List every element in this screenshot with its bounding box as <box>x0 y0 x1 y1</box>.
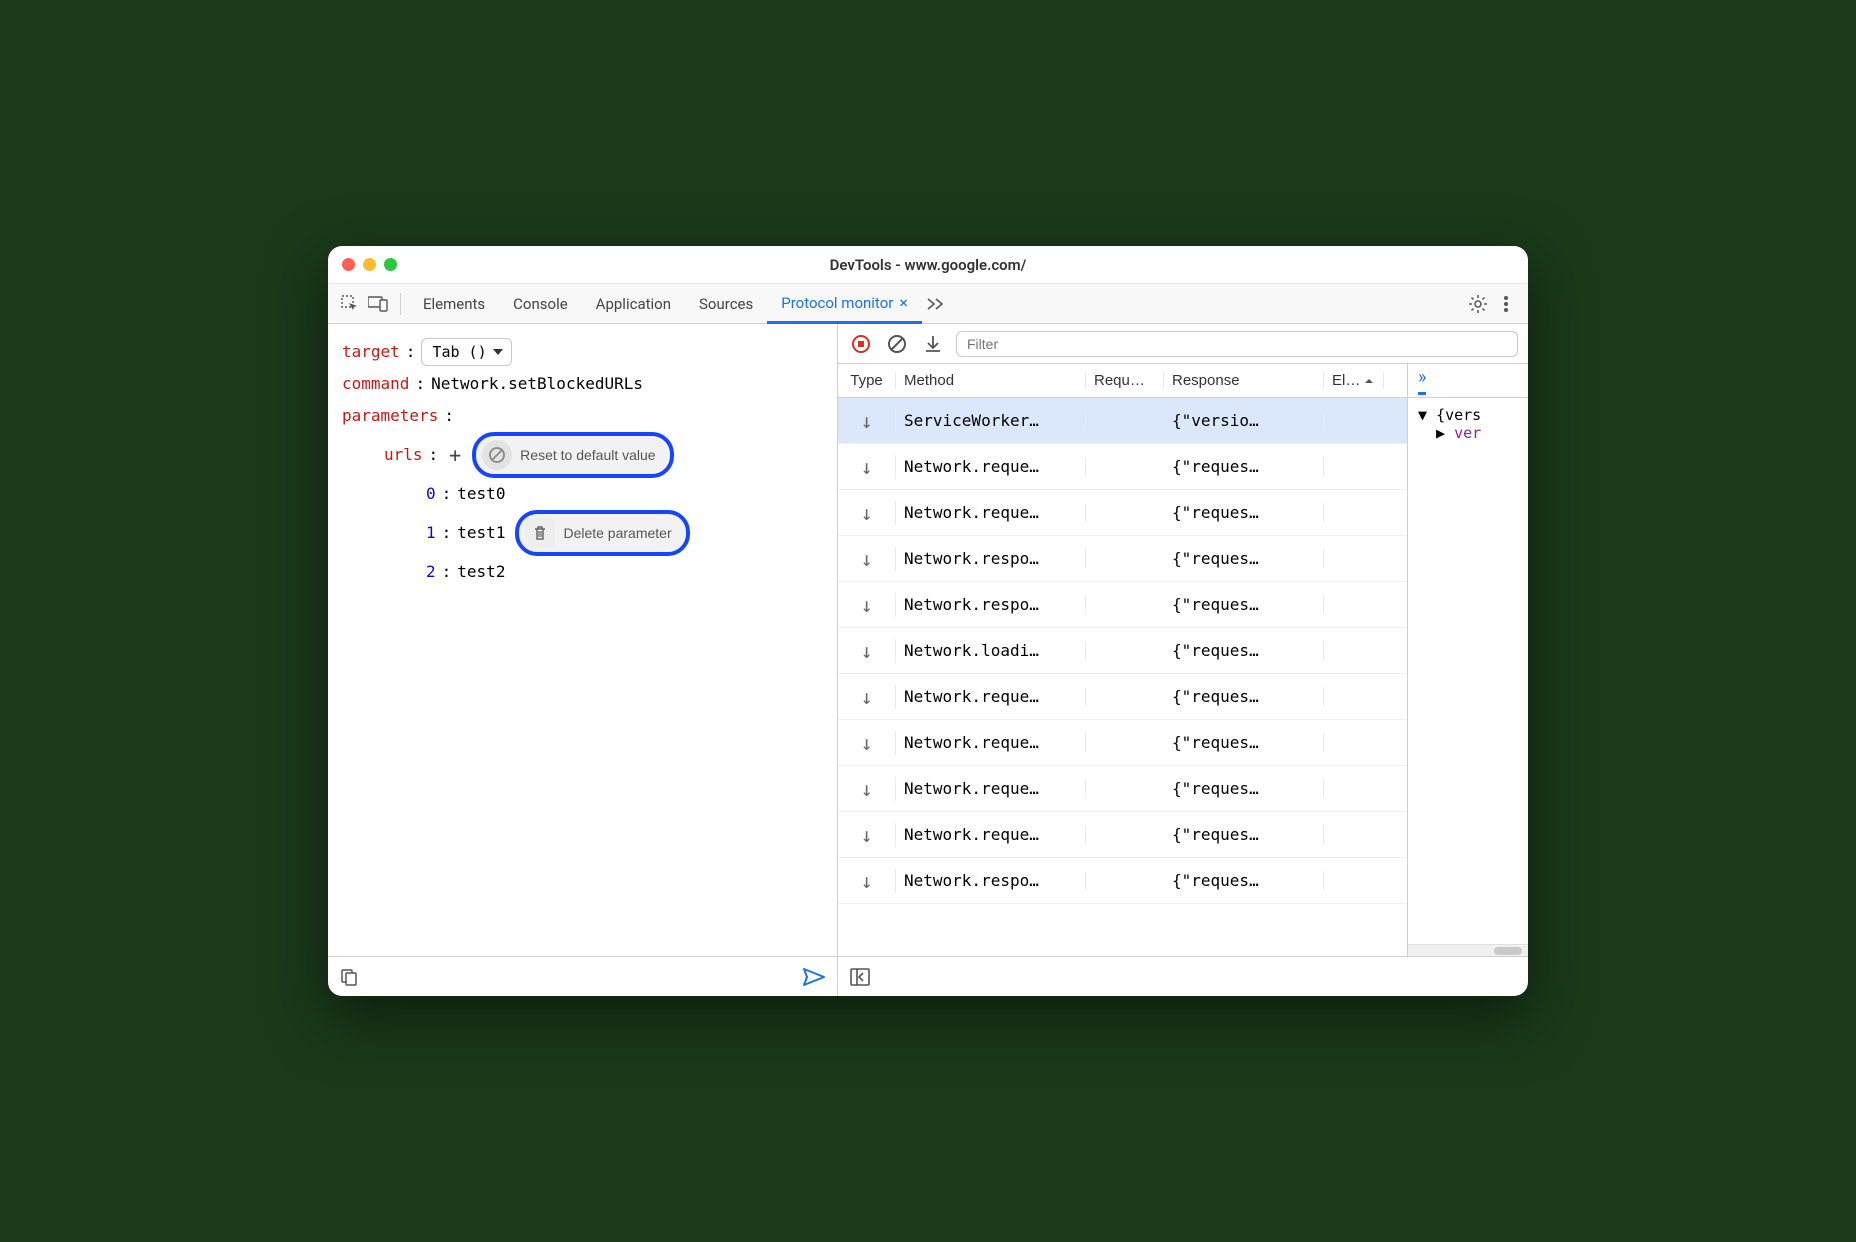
table-row[interactable]: ↓Network.reque…{"reques… <box>838 720 1407 766</box>
url-value-0[interactable]: test0 <box>457 478 505 510</box>
reset-tooltip-label: Reset to default value <box>520 441 655 469</box>
command-value: Network.setBlockedURLs <box>431 368 643 400</box>
settings-icon[interactable] <box>1464 290 1492 318</box>
col-request[interactable]: Requ… <box>1086 372 1164 389</box>
clear-button[interactable] <box>884 331 910 357</box>
command-label: command <box>342 368 409 400</box>
detail-tabs: » <box>1408 364 1528 398</box>
tab-application[interactable]: Application <box>582 284 685 323</box>
url-value-1[interactable]: test1 <box>457 517 505 549</box>
window-title: DevTools - www.google.com/ <box>328 256 1528 274</box>
tree-root[interactable]: ▼ {vers <box>1418 406 1518 424</box>
table-row[interactable]: ↓Network.respo…{"reques… <box>838 536 1407 582</box>
devtools-window: DevTools - www.google.com/ Elements Cons… <box>328 246 1528 996</box>
log-footer <box>838 956 1528 996</box>
col-method[interactable]: Method <box>896 372 1086 389</box>
table-row[interactable]: ↓Network.respo…{"reques… <box>838 858 1407 904</box>
delete-tooltip-label: Delete parameter <box>563 519 671 547</box>
reset-callout: Reset to default value <box>472 432 673 478</box>
close-tab-icon[interactable]: × <box>899 293 908 312</box>
url-index-1: 1 <box>426 517 436 549</box>
log-toolbar <box>838 324 1528 364</box>
col-type[interactable]: Type <box>838 372 896 389</box>
add-item-button[interactable]: + <box>444 444 466 466</box>
editor-footer <box>328 956 837 996</box>
table-row[interactable]: ↓Network.reque…{"reques… <box>838 490 1407 536</box>
table-row[interactable]: ↓Network.reque…{"reques… <box>838 812 1407 858</box>
horizontal-scrollbar[interactable] <box>1408 944 1528 956</box>
urls-label: urls <box>384 439 423 471</box>
command-editor-pane: target: Tab () command: Network.setBlock… <box>328 324 838 996</box>
filter-input[interactable] <box>956 331 1518 357</box>
url-index-2: 2 <box>426 556 436 588</box>
minimize-window-button[interactable] <box>363 258 376 271</box>
toggle-sidebar-icon[interactable] <box>850 968 870 986</box>
tab-bar: Elements Console Application Sources Pro… <box>328 284 1528 324</box>
tab-console[interactable]: Console <box>499 284 582 323</box>
message-table: Type Method Requ… Response El… ↓ServiceW… <box>838 364 1408 956</box>
protocol-log-pane: Type Method Requ… Response El… ↓ServiceW… <box>838 324 1528 996</box>
col-response[interactable]: Response <box>1164 372 1324 389</box>
close-window-button[interactable] <box>342 258 355 271</box>
tree-child[interactable]: ▶ ver <box>1418 424 1518 442</box>
table-row[interactable]: ↓Network.reque…{"reques… <box>838 444 1407 490</box>
titlebar: DevTools - www.google.com/ <box>328 246 1528 284</box>
target-select[interactable]: Tab () <box>421 338 512 366</box>
parameters-label: parameters <box>342 400 438 432</box>
detail-more-icon[interactable]: » <box>1418 367 1426 395</box>
table-row[interactable]: ↓Network.loadi…{"reques… <box>838 628 1407 674</box>
tab-protocol-monitor[interactable]: Protocol monitor× <box>767 285 922 324</box>
record-button[interactable] <box>848 331 874 357</box>
download-button[interactable] <box>920 331 946 357</box>
table-row[interactable]: ↓Network.reque…{"reques… <box>838 766 1407 812</box>
more-tabs-icon[interactable] <box>922 290 950 318</box>
url-value-2[interactable]: test2 <box>457 556 505 588</box>
maximize-window-button[interactable] <box>384 258 397 271</box>
tab-elements[interactable]: Elements <box>409 284 499 323</box>
kebab-menu-icon[interactable] <box>1492 290 1520 318</box>
table-body[interactable]: ↓ServiceWorker…{"versio…↓Network.reque…{… <box>838 398 1407 956</box>
detail-pane: » ▼ {vers ▶ ver <box>1408 364 1528 956</box>
table-row[interactable]: ↓Network.respo…{"reques… <box>838 582 1407 628</box>
reset-icon[interactable] <box>482 440 512 470</box>
delete-callout: Delete parameter <box>515 510 689 556</box>
target-label: target <box>342 336 400 368</box>
table-row[interactable]: ↓Network.reque…{"reques… <box>838 674 1407 720</box>
table-row[interactable]: ↓ServiceWorker…{"versio… <box>838 398 1407 444</box>
col-elapsed[interactable]: El… <box>1324 372 1384 389</box>
tab-sources[interactable]: Sources <box>685 284 767 323</box>
device-toolbar-icon[interactable] <box>364 290 392 318</box>
trash-icon[interactable] <box>525 518 555 548</box>
inspect-icon[interactable] <box>336 290 364 318</box>
table-header: Type Method Requ… Response El… <box>838 364 1407 398</box>
url-index-0: 0 <box>426 478 436 510</box>
copy-icon[interactable] <box>340 968 358 986</box>
send-button[interactable] <box>803 968 825 986</box>
